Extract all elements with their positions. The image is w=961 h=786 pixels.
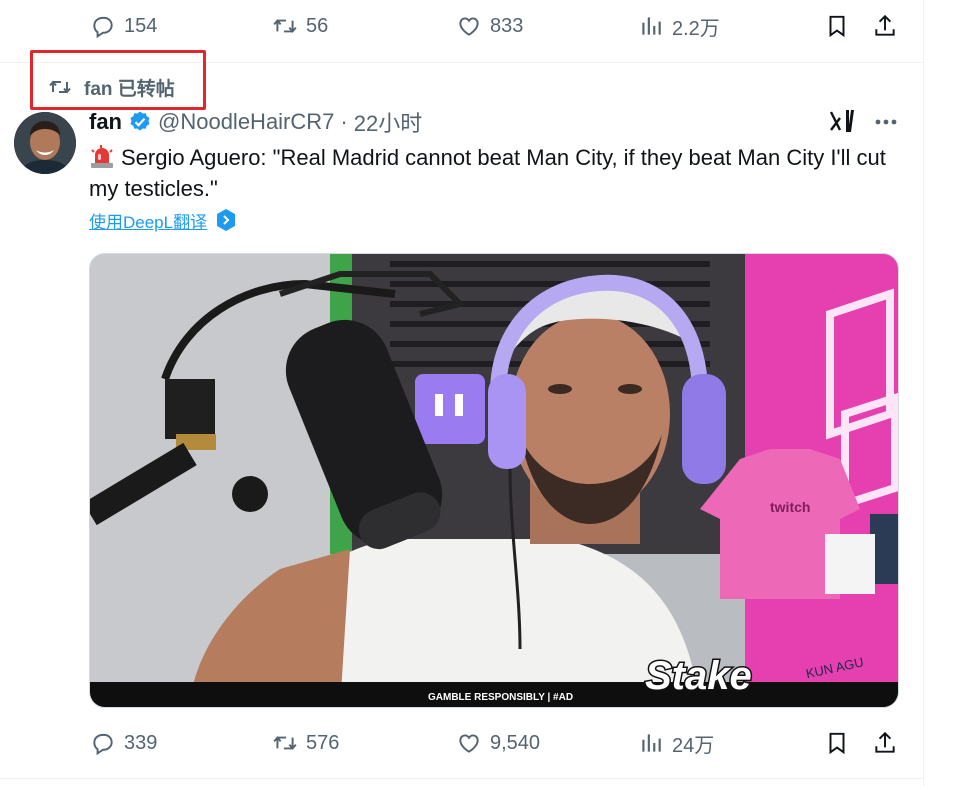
siren-emoji bbox=[91, 145, 113, 168]
views-count: 24万 bbox=[672, 734, 715, 757]
like-count: 833 bbox=[490, 14, 524, 37]
header-dot: · bbox=[340, 109, 348, 134]
author-name[interactable]: fan bbox=[89, 109, 122, 135]
grok-icon[interactable] bbox=[828, 106, 858, 136]
repost-icon bbox=[273, 736, 297, 750]
share-icon bbox=[875, 14, 895, 36]
repost-button[interactable]: 576 bbox=[272, 730, 339, 756]
media-shirt-text: twitch bbox=[770, 499, 810, 515]
views-count: 2.2万 bbox=[672, 17, 720, 40]
reply-count: 154 bbox=[124, 14, 158, 37]
views-icon bbox=[642, 17, 661, 35]
verified-icon bbox=[130, 111, 150, 131]
author-handle[interactable]: @NoodleHairCR7 bbox=[158, 109, 334, 135]
like-icon bbox=[459, 17, 479, 36]
reply-button[interactable]: 339 bbox=[90, 730, 157, 756]
bookmark-button[interactable] bbox=[824, 13, 850, 39]
translate-link[interactable]: 使用DeepL翻译 bbox=[89, 207, 237, 233]
avatar[interactable] bbox=[14, 112, 76, 174]
timeline-column: 154 56 833 2.2万 fan 已转帖 fan @NoodleHairC… bbox=[0, 0, 923, 786]
like-count: 9,540 bbox=[490, 731, 541, 754]
tweet-media[interactable]: twitch GAMBLE RESPONSIBLY | #AD Stake KU… bbox=[89, 253, 899, 708]
translate-label: 使用DeepL翻译 bbox=[89, 212, 208, 232]
views-button[interactable]: 2.2万 bbox=[638, 12, 720, 41]
repost-count: 56 bbox=[306, 14, 329, 37]
repost-icon bbox=[273, 19, 297, 33]
tweet-time[interactable]: 22小时 bbox=[354, 106, 422, 138]
tweet-actions: 339 576 9,540 24万 bbox=[88, 723, 900, 763]
repost-button[interactable]: 56 bbox=[272, 13, 328, 39]
bookmark-button[interactable] bbox=[824, 730, 850, 756]
like-button[interactable]: 9,540 bbox=[456, 730, 540, 756]
bookmark-icon bbox=[829, 15, 845, 38]
views-button[interactable]: 24万 bbox=[638, 729, 714, 758]
media-image: twitch GAMBLE RESPONSIBLY | #AD Stake KU… bbox=[90, 254, 898, 707]
tweet-text: Sergio Aguero: "Real Madrid cannot beat … bbox=[89, 142, 909, 204]
reply-icon bbox=[93, 16, 113, 39]
like-icon bbox=[459, 734, 479, 753]
previous-tweet-actions: 154 56 833 2.2万 bbox=[88, 6, 900, 46]
share-button[interactable] bbox=[872, 730, 898, 756]
highlight-annotation-box bbox=[30, 50, 206, 110]
column-border bbox=[923, 0, 924, 786]
reply-button[interactable]: 154 bbox=[90, 13, 157, 39]
more-icon[interactable] bbox=[872, 108, 900, 136]
reply-count: 339 bbox=[124, 731, 158, 754]
like-button[interactable]: 833 bbox=[456, 13, 523, 39]
avatar-image bbox=[14, 112, 76, 174]
tweet-text-content: Sergio Aguero: "Real Madrid cannot beat … bbox=[89, 145, 886, 201]
media-caption-bar: GAMBLE RESPONSIBLY | #AD bbox=[428, 692, 573, 703]
share-icon bbox=[875, 731, 895, 753]
tweet-divider bbox=[0, 778, 923, 779]
views-icon bbox=[642, 734, 661, 752]
bookmark-icon bbox=[829, 732, 845, 755]
deepl-icon bbox=[217, 209, 236, 231]
repost-count: 576 bbox=[306, 731, 340, 754]
media-watermark: Stake bbox=[645, 654, 752, 698]
reply-icon bbox=[93, 733, 113, 756]
tweet-header: fan @NoodleHairCR7 · 22小时 bbox=[89, 106, 422, 138]
share-button[interactable] bbox=[872, 13, 898, 39]
